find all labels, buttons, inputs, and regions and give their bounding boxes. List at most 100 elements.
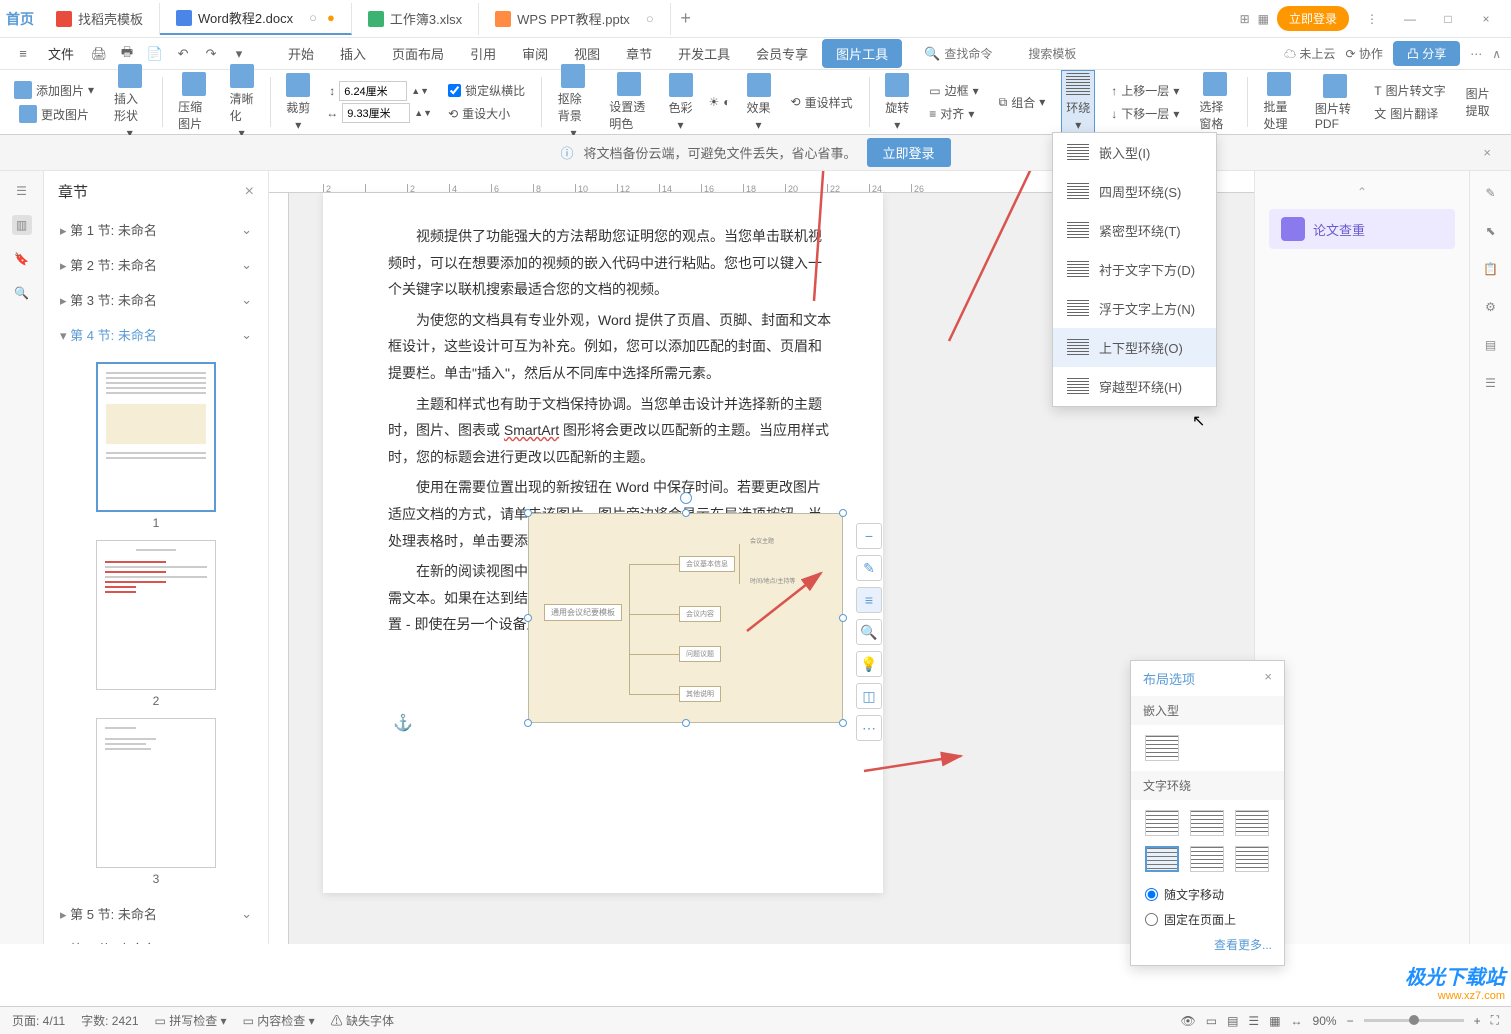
fit-width-icon[interactable]: ↔ — [1291, 1014, 1303, 1028]
lock-ratio-checkbox[interactable]: 锁定纵横比 — [444, 80, 529, 101]
view-mode-1[interactable]: ▭ — [1206, 1014, 1217, 1028]
resize-handle[interactable] — [524, 614, 532, 622]
select-icon[interactable]: ⬉ — [1481, 221, 1501, 241]
login-now-button[interactable]: 立即登录 — [867, 138, 951, 167]
effect-button[interactable]: 效果▾ — [743, 71, 775, 134]
wrap-option-through[interactable]: 穿越型环绕(H) — [1053, 367, 1216, 406]
move-down-button[interactable]: ↓下移一层▾ — [1107, 103, 1183, 124]
wrap-option-tight[interactable]: 紧密型环绕(T) — [1053, 211, 1216, 250]
rotate-handle[interactable] — [680, 492, 692, 504]
to-pdf-button[interactable]: 图片转PDF — [1311, 72, 1358, 133]
resize-handle[interactable] — [839, 719, 847, 727]
wrap-button[interactable]: 环绕▾ — [1061, 70, 1095, 135]
undo-icon[interactable]: ↶ — [170, 41, 196, 67]
grid-icon[interactable]: ⊞ — [1240, 12, 1250, 26]
view-mode-4[interactable]: ▦ — [1269, 1014, 1280, 1028]
layout-wrap-option[interactable] — [1235, 846, 1269, 872]
resize-handle[interactable] — [839, 509, 847, 517]
fix-position-radio[interactable]: 固定在页面上 — [1131, 907, 1284, 932]
insert-shape-button[interactable]: 插入形状▾ — [110, 62, 149, 142]
redo-icon[interactable]: ↷ — [198, 41, 224, 67]
zoom-thumb[interactable] — [1409, 1015, 1419, 1025]
change-image-button[interactable]: 更改图片 — [15, 103, 93, 125]
view-mode-2[interactable]: ▤ — [1227, 1014, 1238, 1028]
search-icon[interactable]: 🔍 — [12, 283, 32, 303]
more-tool[interactable]: ⋯ — [856, 715, 882, 741]
file-tab-ppt[interactable]: WPS PPT教程.pptx ○ — [479, 3, 671, 35]
wrap-option-behind[interactable]: 衬于文字下方(D) — [1053, 250, 1216, 289]
layout-wrap-option[interactable] — [1190, 846, 1224, 872]
close-button[interactable]: × — [1471, 4, 1501, 34]
resize-handle[interactable] — [682, 509, 690, 517]
toc-icon[interactable]: ☰ — [1481, 373, 1501, 393]
cleanup-button[interactable]: 清晰化▾ — [226, 62, 258, 142]
login-button[interactable]: 立即登录 — [1277, 6, 1349, 31]
thumbnail-icon[interactable]: ▥ — [12, 215, 32, 235]
close-icon[interactable]: ○ — [309, 10, 317, 25]
move-with-text-radio[interactable]: 随文字移动 — [1131, 882, 1284, 907]
new-tab-button[interactable]: + — [671, 8, 701, 29]
menu-icon[interactable]: ⋮ — [1357, 4, 1387, 34]
file-tab-excel[interactable]: 工作簿3.xlsx — [352, 3, 479, 35]
wrap-option-inline[interactable]: 嵌入型(I) — [1053, 133, 1216, 172]
collapse-icon[interactable]: ⌃ — [1269, 185, 1455, 199]
search-template-input[interactable] — [1028, 47, 1108, 61]
clipboard-icon[interactable]: 📋 — [1481, 259, 1501, 279]
layer-icon[interactable]: ▤ — [1481, 335, 1501, 355]
infobar-close-button[interactable]: × — [1483, 145, 1491, 160]
menu-vip[interactable]: 会员专享 — [744, 39, 820, 68]
word-count[interactable]: 字数: 2421 — [81, 1012, 138, 1029]
edit-tool[interactable]: ✎ — [856, 555, 882, 581]
coop-button[interactable]: ⟳ 协作 — [1345, 45, 1382, 62]
style-icon[interactable]: ✎ — [1481, 183, 1501, 203]
save-icon[interactable]: 🖨 — [86, 41, 112, 67]
translate-button[interactable]: 文图片翻译 — [1370, 103, 1442, 124]
layout-close-button[interactable]: × — [1264, 669, 1272, 688]
cloud-status[interactable]: ☁ 未上云 — [1284, 45, 1335, 62]
zoom-out-tool[interactable]: − — [856, 523, 882, 549]
search-command-input[interactable] — [944, 47, 1024, 61]
property-icon[interactable]: ⚙ — [1481, 297, 1501, 317]
page-thumb-2[interactable] — [96, 540, 216, 690]
batch-button[interactable]: 批量处理 — [1259, 70, 1298, 134]
reset-size-button[interactable]: ⟲重设大小 — [444, 103, 514, 124]
apps-icon[interactable]: ▦ — [1258, 12, 1269, 26]
vertical-ruler[interactable] — [269, 193, 289, 944]
nav-close-button[interactable]: × — [245, 183, 254, 201]
layout-wrap-option[interactable] — [1145, 810, 1179, 836]
page-thumb-1[interactable] — [96, 362, 216, 512]
chevron-icon[interactable]: ⌄ — [241, 222, 252, 238]
color-button[interactable]: 色彩▾ — [665, 71, 697, 134]
chevron-icon[interactable]: ⌄ — [241, 327, 252, 343]
menu-icon[interactable]: ≡ — [10, 41, 36, 67]
resize-handle[interactable] — [524, 509, 532, 517]
paper-check-button[interactable]: 论文查重 — [1269, 209, 1455, 249]
menu-layout[interactable]: 页面布局 — [380, 39, 456, 68]
outline-icon[interactable]: ☰ — [12, 181, 32, 201]
reset-style-button[interactable]: ⟲重设样式 — [787, 92, 857, 113]
chevron-icon[interactable]: ⌄ — [241, 292, 252, 308]
select-pane-button[interactable]: 选择窗格 — [1195, 70, 1234, 134]
compress-button[interactable]: 压缩图片 — [174, 70, 213, 134]
nav-item[interactable]: ▸ 第 1 节: 未命名⌄ — [44, 212, 268, 247]
nav-item[interactable]: ▸ 第 6 节: 未命名⌄ — [44, 931, 268, 944]
page-indicator[interactable]: 页面: 4/11 — [12, 1012, 65, 1029]
chevron-icon[interactable]: ⌄ — [241, 906, 252, 922]
nav-item[interactable]: ▸ 第 5 节: 未命名⌄ — [44, 896, 268, 931]
chevron-icon[interactable]: ⌄ — [241, 941, 252, 945]
resize-handle[interactable] — [524, 719, 532, 727]
minimize-button[interactable]: — — [1395, 4, 1425, 34]
rotate-button[interactable]: 旋转▾ — [881, 71, 913, 134]
more-icon[interactable]: ⋯ — [1470, 47, 1482, 61]
file-menu[interactable]: 文件 — [38, 40, 84, 67]
border-button[interactable]: ▭边框▾ — [925, 80, 982, 101]
stepper-icon[interactable]: ▲▼ — [414, 108, 432, 118]
to-text-button[interactable]: T图片转文字 — [1370, 80, 1449, 101]
crop-button[interactable]: 裁剪▾ — [282, 71, 314, 134]
nav-item-active[interactable]: ▾ 第 4 节: 未命名⌄ — [44, 317, 268, 352]
spell-check[interactable]: ▭ 拼写检查 ▾ — [155, 1012, 227, 1029]
search-icon[interactable]: 🔍 — [924, 46, 940, 62]
home-tab[interactable]: 首页 — [0, 0, 40, 38]
menu-start[interactable]: 开始 — [276, 39, 326, 68]
resize-handle[interactable] — [682, 719, 690, 727]
